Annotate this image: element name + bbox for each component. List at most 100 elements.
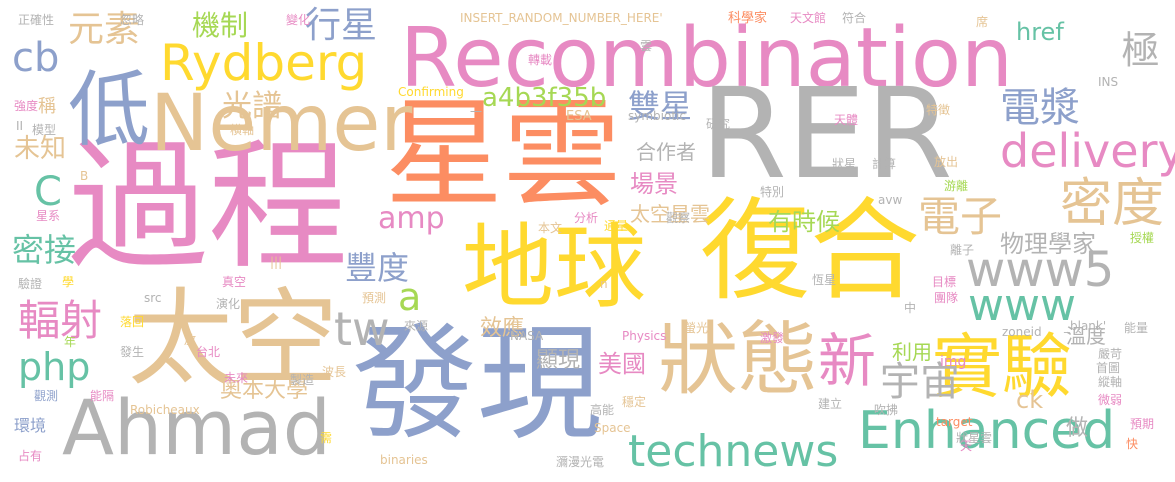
word: _blank' xyxy=(1064,319,1107,333)
word: 合作者 xyxy=(636,140,696,164)
word: 利用 xyxy=(892,340,932,364)
word: 顯現 xyxy=(536,348,581,373)
word: 科學家 xyxy=(728,11,768,26)
word: src xyxy=(144,291,162,305)
word: 通量 xyxy=(604,219,629,233)
word: 放出 xyxy=(934,155,959,169)
word: 真空 xyxy=(222,275,247,289)
word: 強度 xyxy=(14,99,39,113)
word: 團隊 xyxy=(934,291,959,305)
word: 場景 xyxy=(630,170,678,198)
word: 螢光 xyxy=(684,321,709,335)
word: 橫軸 xyxy=(230,123,255,137)
word: 極 xyxy=(1115,30,1159,68)
word: 吹拂 xyxy=(874,403,899,417)
word: 密接 xyxy=(12,231,77,269)
word: 高能 xyxy=(590,403,615,417)
word: 模型 xyxy=(32,123,57,137)
word: 地球 xyxy=(462,214,647,321)
word: 快 xyxy=(1126,437,1139,451)
word: 學 xyxy=(62,275,75,289)
word: 未知 xyxy=(14,134,67,164)
word: 密度 xyxy=(1060,174,1165,234)
word: RER xyxy=(700,62,953,207)
word: 首圖 xyxy=(1096,361,1121,375)
word: 忽略 xyxy=(120,13,145,27)
word: avw xyxy=(878,193,903,207)
word: 正確性 xyxy=(18,13,55,27)
word: INS xyxy=(1098,75,1119,89)
word: 一 xyxy=(470,105,483,119)
word: Space xyxy=(594,421,631,435)
word: 嚴苛 xyxy=(1098,347,1123,361)
word: Confirming xyxy=(398,85,464,99)
word: II xyxy=(16,119,24,133)
word: 天 xyxy=(960,439,973,453)
word: 電漿 xyxy=(1000,85,1080,131)
word: 機制 xyxy=(192,9,249,42)
word: 能隔 xyxy=(90,389,115,403)
word: cb xyxy=(12,35,60,81)
word: 瀰漫光電 xyxy=(556,455,605,469)
word: 觀察 xyxy=(666,211,691,225)
word: 預測 xyxy=(362,291,387,305)
word: target xyxy=(936,415,973,429)
word: 特徵 xyxy=(926,103,951,117)
word: amp xyxy=(378,201,445,236)
word: 預期 xyxy=(1130,417,1155,431)
word: img xyxy=(940,354,967,370)
word: 席 xyxy=(976,15,989,29)
word: href xyxy=(1016,18,1064,46)
word: 建立 xyxy=(818,397,843,411)
word: 變化 xyxy=(286,13,311,27)
word: 年 xyxy=(64,335,77,349)
word: 來源 xyxy=(404,319,429,333)
word: symbiotic xyxy=(628,109,686,123)
word-cloud: Recombination RER 過程 星雲 地球 復合 發現 太空 Ahma… xyxy=(0,0,1175,482)
word: 物理學家 xyxy=(1000,230,1096,258)
word: 演化 xyxy=(216,297,241,311)
word: n xyxy=(600,277,608,291)
word: 占有 xyxy=(18,449,43,463)
word: NASA xyxy=(510,329,544,343)
word: 放 xyxy=(184,333,197,347)
word: B xyxy=(80,169,89,183)
word: 符合 xyxy=(842,11,867,25)
word: 新 xyxy=(818,327,877,395)
word: 做 xyxy=(1066,416,1089,441)
word: 美國 xyxy=(598,350,646,378)
word: 需 xyxy=(320,431,333,445)
word: 離子 xyxy=(950,243,975,257)
word: 微弱 xyxy=(1098,393,1123,407)
word: php xyxy=(18,345,91,389)
word: 狀星 xyxy=(832,157,857,171)
word: 本文 xyxy=(538,221,563,235)
word: 稱 xyxy=(38,96,56,117)
word: tw xyxy=(334,302,390,356)
word: 授權 xyxy=(1130,231,1155,245)
word: 電子 xyxy=(918,192,1003,241)
word: a xyxy=(398,275,422,319)
word: 狀態 xyxy=(658,313,818,406)
word: ||| xyxy=(270,255,283,269)
word: Physics xyxy=(622,329,667,343)
word: 驗證 xyxy=(18,277,43,291)
word: 計算 xyxy=(872,157,897,171)
word: ESA xyxy=(566,109,592,124)
word: 製造 xyxy=(290,373,315,387)
word: 轉載 xyxy=(528,53,553,67)
word: 目標 xyxy=(932,275,957,289)
word: C xyxy=(34,169,62,215)
word: 星系 xyxy=(36,209,61,223)
word: 游離 xyxy=(944,179,969,193)
word: 觀測 xyxy=(34,389,59,403)
word: 縱軸 xyxy=(1098,375,1123,389)
word: 未來 xyxy=(224,371,249,385)
word: ck xyxy=(1016,386,1044,414)
word: 天體 xyxy=(834,113,859,127)
word: Robicheaux xyxy=(130,403,200,417)
word: 研究 xyxy=(706,117,731,131)
word: 波長 xyxy=(322,365,347,379)
word: 特別 xyxy=(760,185,785,199)
word: delivery xyxy=(1000,124,1175,178)
